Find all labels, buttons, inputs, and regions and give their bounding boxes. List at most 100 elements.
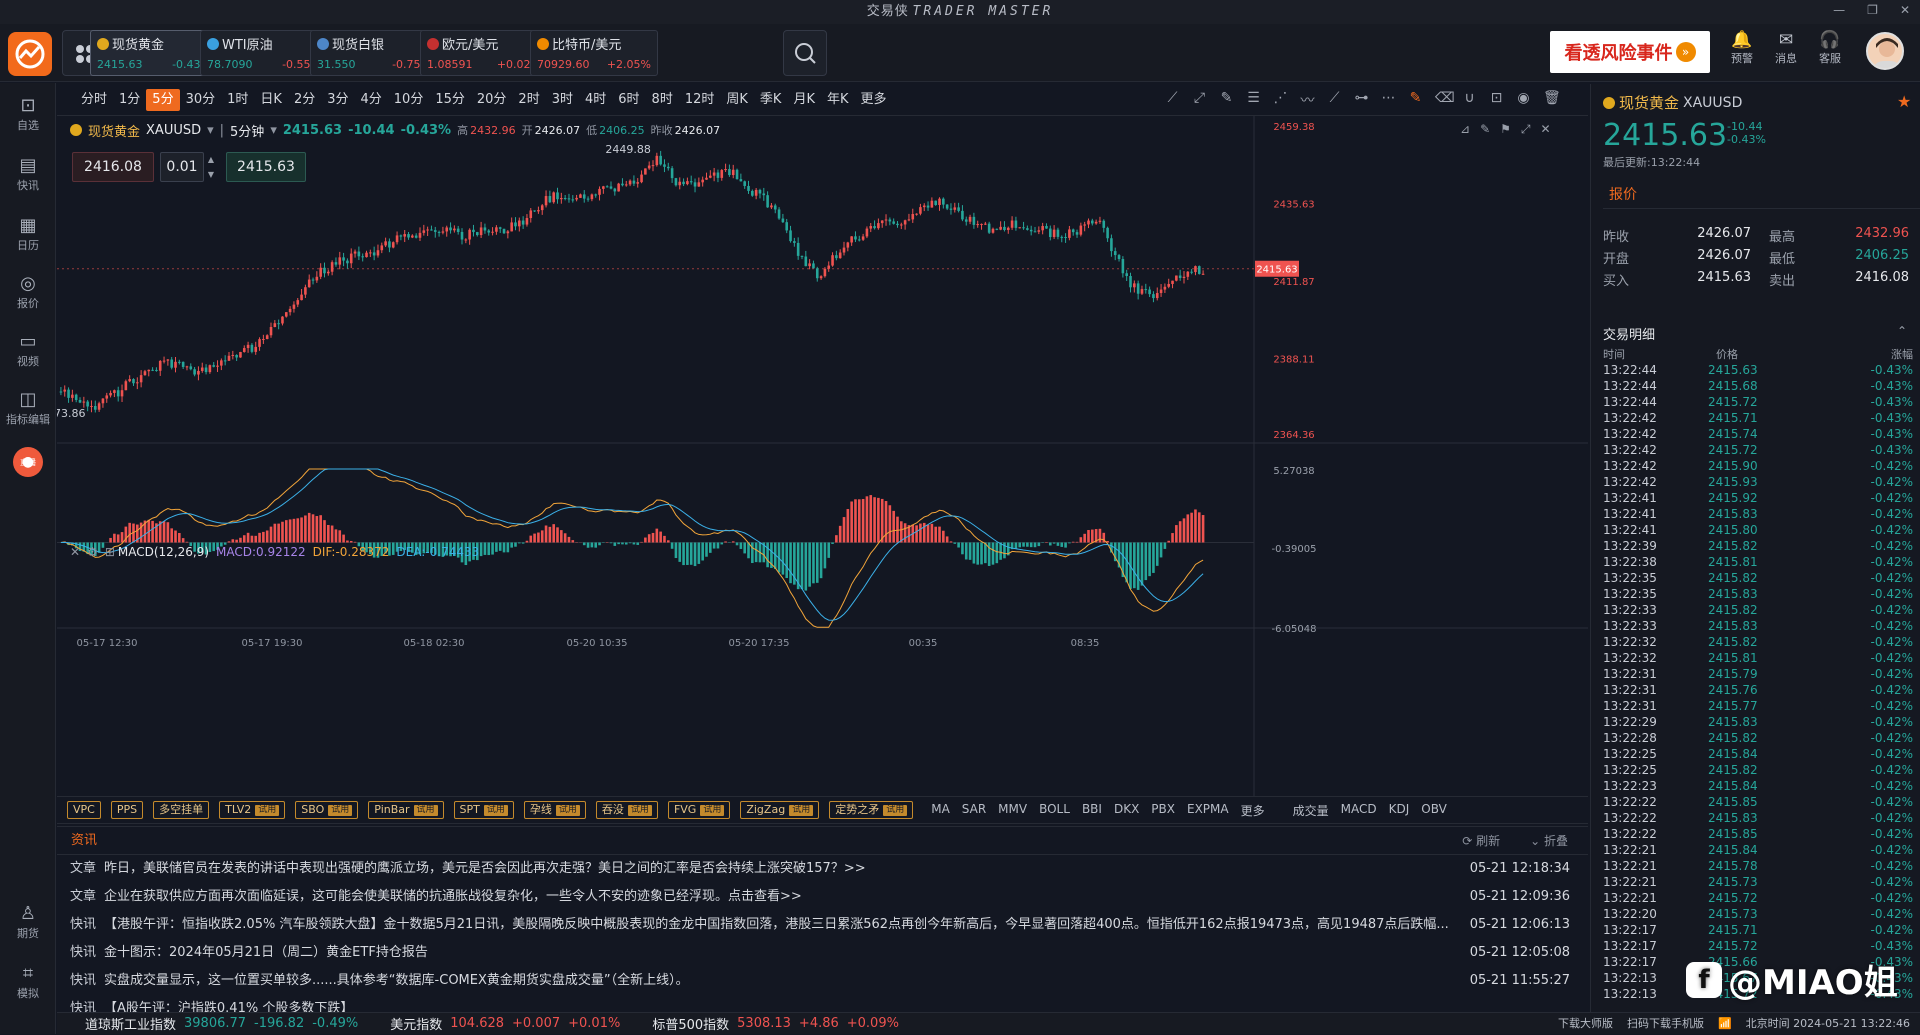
timeframe-option[interactable]: 更多 — [855, 89, 893, 111]
brush-tool-icon[interactable]: ⟋ — [1327, 90, 1342, 110]
indicator-button[interactable]: SPT试用 — [454, 801, 514, 819]
sub-indicator-link[interactable]: 成交量 — [1293, 802, 1329, 819]
sidebar-item[interactable]: ◫指标编辑 — [0, 389, 56, 427]
indicator-button[interactable]: 吞没试用 — [596, 801, 658, 819]
sub-indicator-link[interactable]: OBV — [1421, 802, 1447, 819]
tab-quote[interactable]: 报价 — [1609, 184, 1637, 204]
news-item[interactable]: 快讯【港股午评：恒指收跌2.05% 汽车股领跌大盘】金十数据5月21日讯，美股隔… — [57, 911, 1588, 939]
more-tools-icon[interactable]: ⋯ — [1381, 90, 1396, 110]
buy-price-box[interactable]: 2415.63 — [226, 152, 306, 182]
edit-icon[interactable]: ✎ — [1408, 90, 1423, 110]
chart-draw-icon[interactable]: ✎ — [1480, 122, 1490, 137]
timeframe-option[interactable]: 8时 — [646, 89, 679, 111]
top-bell-button[interactable]: 🔔预警 — [1722, 30, 1762, 66]
avatar[interactable] — [1866, 32, 1904, 70]
indicator-button[interactable]: 孕线试用 — [524, 801, 586, 819]
timeframe-option[interactable]: 1分 — [113, 89, 146, 111]
fan-tool-icon[interactable]: ⋰ — [1273, 90, 1288, 110]
chart-area[interactable]: 2459.382435.632411.872388.112364.365.270… — [57, 116, 1588, 816]
timeframe-option[interactable]: 5分 — [146, 89, 179, 111]
sell-price-box[interactable]: 2416.08 — [72, 152, 154, 182]
sidebar-item[interactable]: ♙期货 — [0, 903, 56, 941]
sidebar-item[interactable]: ▤快讯 — [0, 155, 56, 193]
sub-indicator-link[interactable]: MACD — [1341, 802, 1377, 819]
indicator-link[interactable]: DKX — [1114, 802, 1139, 819]
timeframe-option[interactable]: 30分 — [180, 89, 222, 111]
symbol-code[interactable]: XAUUSD — [146, 123, 201, 138]
news-item[interactable]: 快讯金十图示：2024年05月21日（周二）黄金ETF持仓报告05-21 12:… — [57, 939, 1588, 967]
top-mail-button[interactable]: ✉消息 — [1766, 30, 1806, 66]
news-item[interactable]: 文章昨日，美联储官员在发表的讲话中表现出强硬的鹰派立场，美元是否会因此再次走强？… — [57, 855, 1588, 883]
chart-alert-icon[interactable]: ⚑ — [1500, 122, 1511, 137]
timeframe-option[interactable]: 月K — [787, 89, 821, 111]
ticker-card[interactable]: 现货黄金2415.63-0.43% — [90, 30, 218, 76]
ray-tool-icon[interactable]: ⤢ — [1192, 90, 1207, 110]
sidebar-item[interactable]: ▦日历 — [0, 215, 56, 253]
indicator-link[interactable]: PBX — [1151, 802, 1175, 819]
favorite-star-icon[interactable]: ★ — [1897, 92, 1911, 111]
sidebar-item[interactable]: ⊡自选 — [0, 95, 56, 133]
close-icon[interactable]: ✕ — [1900, 3, 1910, 17]
timeframe-option[interactable]: 3分 — [321, 89, 354, 111]
indicator-link[interactable]: MA — [931, 802, 950, 819]
macd-close-icon[interactable]: ✕ — [70, 545, 80, 559]
ad-banner[interactable]: 看透风险事件 » — [1550, 31, 1710, 73]
ticker-card[interactable]: 现货白银31.550-0.75% — [310, 30, 438, 76]
lock-icon[interactable]: ⊡ — [1489, 90, 1504, 110]
timeframe-option[interactable]: 4分 — [355, 89, 388, 111]
indicator-button[interactable]: 多空挂单 — [153, 801, 209, 819]
magnet-icon[interactable]: ∪ — [1462, 90, 1477, 110]
refresh-button[interactable]: ⟳ 刷新 — [1462, 827, 1500, 855]
timeframe-option[interactable]: 周K — [720, 89, 754, 111]
timeframe-option[interactable]: 12时 — [679, 89, 721, 111]
trash-icon[interactable]: 🗑 — [1543, 90, 1558, 110]
chart-close-icon[interactable]: ✕ — [1541, 122, 1551, 137]
timeframe-option[interactable]: 3时 — [546, 89, 579, 111]
timeframe-option[interactable]: 2时 — [512, 89, 545, 111]
collapse-button[interactable]: ⌄ 折叠 — [1530, 827, 1568, 855]
sidebar-item[interactable]: ⌗模拟 — [0, 963, 56, 1001]
indicator-link[interactable]: 更多 — [1241, 802, 1265, 819]
wave-tool-icon[interactable]: 〰 — [1300, 90, 1315, 110]
news-item[interactable]: 文章企业在获取供应方面再次面临延误，这可能会使美联储的抗通胀战役复杂化，一些令人… — [57, 883, 1588, 911]
timeframe-option[interactable]: 6时 — [612, 89, 645, 111]
sidebar-item[interactable]: ▭视频 — [0, 331, 56, 369]
sub-indicator-link[interactable]: KDJ — [1389, 802, 1410, 819]
ticker-card[interactable]: 比特币/美元70929.60+2.05% — [530, 30, 658, 76]
indicator-link[interactable]: BBI — [1082, 802, 1102, 819]
symbol-dropdown-icon[interactable]: ▾ — [207, 123, 214, 138]
timeframe-option[interactable]: 年K — [821, 89, 855, 111]
trades-list[interactable]: 13:22:442415.63-0.43%13:22:442415.68-0.4… — [1603, 362, 1913, 1002]
timeframe-option[interactable]: 4时 — [579, 89, 612, 111]
sidebar-item[interactable]: ◎报价 — [0, 273, 56, 311]
timeframe-option[interactable]: 日K — [254, 89, 288, 111]
price-chart-svg[interactable]: 2459.382435.632411.872388.112364.365.270… — [57, 116, 1588, 816]
scan-download-link[interactable]: 扫码下载手机版 — [1627, 1013, 1704, 1035]
indicator-button[interactable]: ZigZag试用 — [740, 801, 819, 819]
timeframe-option[interactable]: 1时 — [221, 89, 254, 111]
eye-icon[interactable]: ◉ — [1516, 90, 1531, 110]
index-name[interactable]: 道琼斯工业指数 — [85, 1014, 176, 1033]
indicator-button[interactable]: TLV2试用 — [219, 801, 285, 819]
hline-tool-icon[interactable]: ⊶ — [1354, 90, 1369, 110]
top-headset-button[interactable]: 🎧客服 — [1810, 30, 1850, 66]
pen-tool-icon[interactable]: ✎ — [1219, 90, 1234, 110]
search-button[interactable] — [783, 30, 827, 76]
timeframe-option[interactable]: 分时 — [75, 89, 113, 111]
indicator-button[interactable]: VPC — [67, 801, 101, 819]
indicator-button[interactable]: PPS — [111, 801, 143, 819]
indicator-link[interactable]: EXPMA — [1187, 802, 1229, 819]
sidebar-item[interactable]: ●直播 — [0, 447, 56, 488]
macd-settings-icon[interactable]: ⚙ — [87, 545, 98, 559]
indicator-button[interactable]: FVG试用 — [668, 801, 730, 819]
eraser-icon[interactable]: ⌫ — [1435, 90, 1450, 110]
ticker-card[interactable]: 欧元/美元1.08591+0.02% — [420, 30, 548, 76]
indicator-button[interactable]: 定势之矛试用 — [829, 801, 913, 819]
index-name[interactable]: 标普500指数 — [652, 1014, 729, 1033]
chart-settings-icon[interactable]: ⊿ — [1460, 122, 1470, 137]
quantity-stepper[interactable]: ▲▼ — [205, 152, 217, 182]
minimize-icon[interactable]: — — [1833, 3, 1845, 17]
download-link[interactable]: 下载大师版 — [1558, 1013, 1613, 1035]
chart-expand-icon[interactable]: ⤢ — [1521, 122, 1531, 137]
timeframe-option[interactable]: 20分 — [471, 89, 513, 111]
